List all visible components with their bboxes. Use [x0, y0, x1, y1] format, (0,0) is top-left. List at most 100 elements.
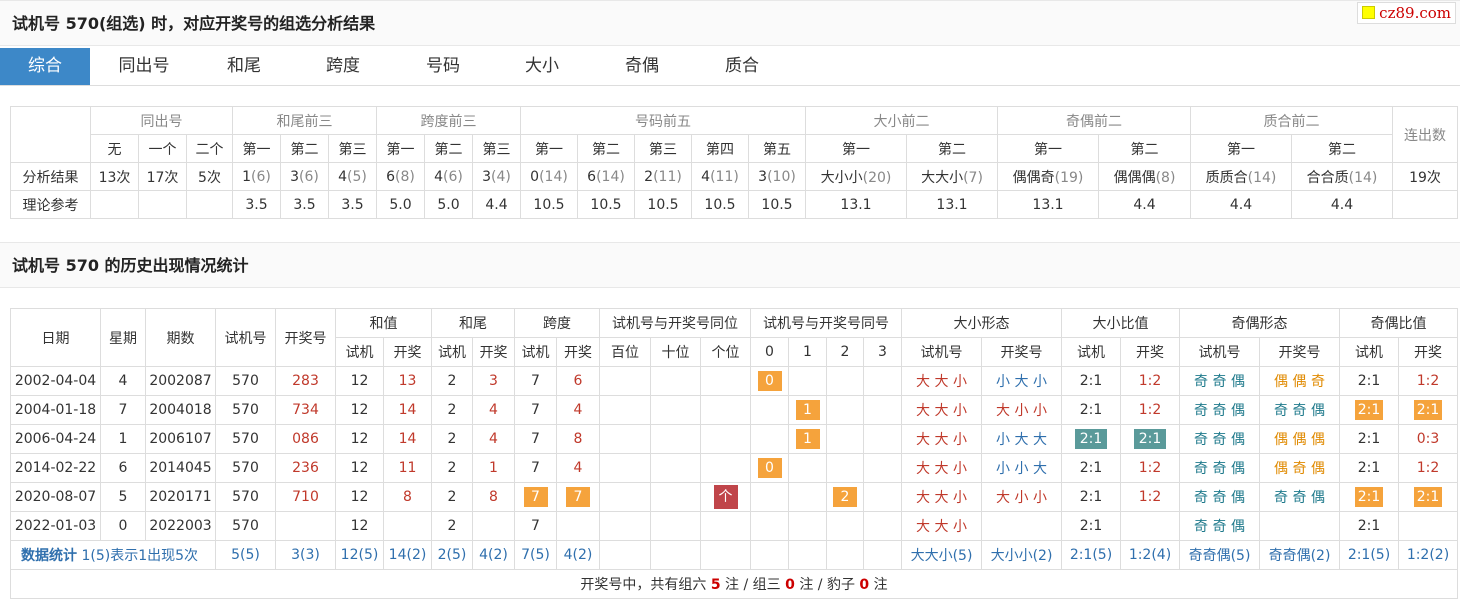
stats-cell: 1:2(4): [1120, 540, 1180, 570]
result-cell: 17次: [138, 162, 187, 191]
tongwei-cell: 个: [700, 482, 751, 512]
tab-hewei[interactable]: 和尾: [198, 48, 290, 85]
sub-header: 开奖号: [981, 337, 1062, 367]
job-trial-cell: 2:1: [1339, 482, 1399, 512]
stats-cell: 14(2): [383, 540, 432, 570]
kuadu-draw-cell: 8: [556, 424, 600, 454]
issue-cell: 2002087: [145, 366, 216, 396]
hewei-draw-cell: 4: [472, 395, 515, 425]
number-match-badge: 1: [795, 400, 820, 420]
hewei-trial-cell: 2: [431, 453, 473, 483]
sub-header: 开奖: [556, 337, 600, 367]
kuadu-draw-cell: 4: [556, 395, 600, 425]
match-badge: 7: [523, 487, 548, 507]
ref-cell: 10.5: [691, 190, 749, 219]
hezhi-draw-cell: 11: [383, 453, 432, 483]
ref-cell: 10.5: [748, 190, 806, 219]
tab-haoma[interactable]: 号码: [396, 48, 490, 85]
draw-cell: 734: [275, 395, 336, 425]
match-badge: 7: [566, 487, 590, 507]
tongwei-cell: [650, 482, 701, 512]
footer-row: 开奖号中，共有组六 5 注 / 组三 0 注 / 豹子 0 注: [10, 569, 1458, 599]
footer-text: 注 / 豹子: [794, 577, 855, 593]
issue-cell: 2006107: [145, 424, 216, 454]
hewei-trial-cell: 2: [431, 395, 473, 425]
sub-header: 第二: [424, 134, 473, 163]
trial-cell: 570: [215, 482, 276, 512]
sub-header: 二个: [186, 134, 233, 163]
tonghao-cell: 0: [750, 453, 789, 483]
tonghao-cell: [826, 395, 864, 425]
header-date: 日期: [10, 308, 101, 367]
history-title: 试机号 570 的历史出现情况统计: [0, 242, 1460, 288]
job-draw-cell: 2:1: [1398, 482, 1458, 512]
table-row: 2006-04-24 1 2006107 570 086 12 14 2 4 7 8 1 大 大 小小 …: [10, 424, 1458, 454]
sub-header: 第二: [1098, 134, 1191, 163]
tab-jiou[interactable]: 奇偶: [594, 48, 690, 85]
tab-zhihe[interactable]: 质合: [690, 48, 794, 85]
tonghao-cell: [826, 511, 864, 541]
row-label-ref: 理论参考: [10, 190, 91, 219]
job-trial-cell: 2:1: [1339, 453, 1399, 483]
ratio-match-badge: 2:1: [1354, 400, 1384, 420]
tonghao-cell: [750, 395, 789, 425]
logo-text: cz89.com: [1379, 4, 1451, 22]
sub-header: 2: [826, 337, 864, 367]
draw-cell: 236: [275, 453, 336, 483]
tongwei-cell: [599, 366, 651, 396]
result-cell: 1(6): [232, 162, 281, 191]
issue-cell: 2022003: [145, 511, 216, 541]
jo-trial-cell: 奇 奇 偶: [1179, 395, 1260, 425]
dxb-trial-cell: 2:1: [1061, 366, 1121, 396]
sub-header: 第一: [520, 134, 578, 163]
group-jiou: 奇偶前二: [997, 106, 1191, 135]
dxb-draw-cell: 1:2: [1120, 482, 1180, 512]
number-match-badge: 1: [795, 429, 820, 449]
tab-kuadu[interactable]: 跨度: [290, 48, 396, 85]
week-cell: 6: [100, 453, 146, 483]
week-cell: 0: [100, 511, 146, 541]
sub-header: 第五: [748, 134, 806, 163]
dxb-trial-cell: 2:1: [1061, 395, 1121, 425]
tab-zonghe[interactable]: 综合: [0, 48, 90, 85]
trial-cell: 570: [215, 366, 276, 396]
date-cell: 2004-01-18: [10, 395, 101, 425]
jo-trial-cell: 奇 奇 偶: [1179, 424, 1260, 454]
ratio-match-badge: 2:1: [1413, 487, 1443, 507]
stats-row: 数据统计 1(5)表示1出现5次 5(5) 3(3) 12(5) 14(2) 2(5) 4(…: [10, 540, 1458, 570]
hewei-trial-cell: 2: [431, 366, 473, 396]
result-cell: 5次: [186, 162, 233, 191]
week-cell: 7: [100, 395, 146, 425]
table-row: 2020-08-07 5 2020171 570 710 12 8 2 8 7 7 个 2 大 大 小大 …: [10, 482, 1458, 512]
header-dxbz: 大小比值: [1061, 308, 1180, 338]
sub-header: 试机号: [901, 337, 982, 367]
tonghao-cell: [826, 453, 864, 483]
sub-header: 第二: [280, 134, 329, 163]
hezhi-trial-cell: 12: [335, 366, 384, 396]
draw-cell: 283: [275, 366, 336, 396]
tab-daxiao[interactable]: 大小: [490, 48, 594, 85]
header-week: 星期: [100, 308, 146, 367]
ref-cell: [90, 190, 139, 219]
footer-count: 0: [785, 577, 795, 593]
job-draw-cell: [1398, 511, 1458, 541]
dx-trial-cell: 大 大 小: [901, 482, 982, 512]
stats-cell: 大大小(5): [901, 540, 982, 570]
stats-cell: 4(2): [556, 540, 600, 570]
site-logo[interactable]: cz89.com: [1357, 2, 1456, 24]
table-row: 2002-04-04 4 2002087 570 283 12 13 2 3 7 6 0 大 大 小小 …: [10, 366, 1458, 396]
tab-tongchu[interactable]: 同出号: [90, 48, 198, 85]
tongwei-cell: [700, 511, 751, 541]
result-cell: 2(11): [634, 162, 692, 191]
stats-cell: 2:1(5): [1339, 540, 1399, 570]
footer-text: 注: [869, 577, 888, 593]
dxb-trial-cell: 2:1: [1061, 453, 1121, 483]
result-cell: 合合质(14): [1291, 162, 1393, 191]
stats-cell: 奇奇偶(2): [1259, 540, 1340, 570]
hezhi-trial-cell: 12: [335, 424, 384, 454]
hezhi-trial-cell: 12: [335, 482, 384, 512]
sub-header: 开奖: [472, 337, 515, 367]
dxb-draw-cell: 1:2: [1120, 453, 1180, 483]
number-match-badge: 2: [833, 487, 857, 507]
sub-header: 试机: [514, 337, 557, 367]
